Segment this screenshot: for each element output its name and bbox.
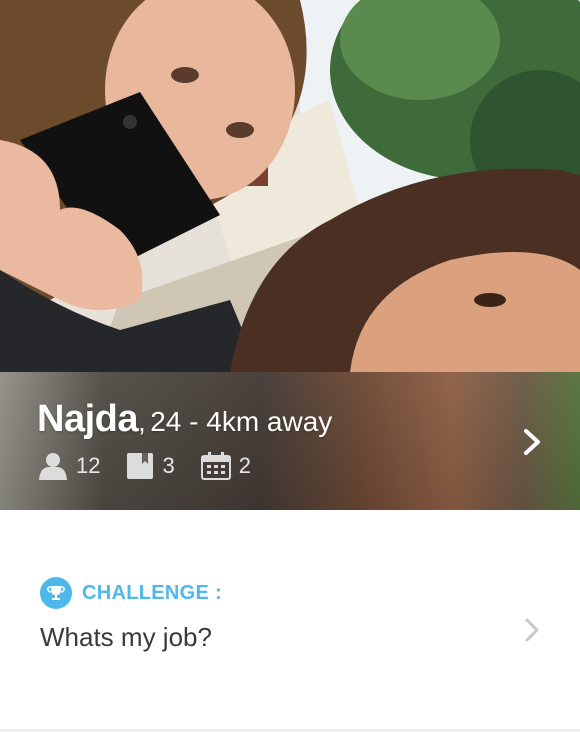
stat-books-count: 3 xyxy=(162,453,175,478)
profile-stats: 12 3 2 xyxy=(38,451,277,481)
stat-events: 2 xyxy=(200,452,251,480)
profile-name-line: Najda, 24 - 4km away xyxy=(37,398,332,441)
challenge-chevron-right-icon[interactable] xyxy=(522,617,542,643)
stat-friends: 12 xyxy=(38,452,100,480)
name-separator: , xyxy=(137,406,146,437)
challenge-header: CHALLENGE : xyxy=(40,577,222,609)
person-icon xyxy=(39,453,67,480)
book-icon xyxy=(127,453,154,479)
profile-name: Najda xyxy=(37,398,138,440)
profile-age-distance: 24 - 4km away xyxy=(150,406,333,437)
stat-books: 3 xyxy=(126,452,175,480)
calendar-icon xyxy=(200,452,231,480)
challenge-question: Whats my job? xyxy=(40,622,212,652)
profile-card[interactable]: Najda, 24 - 4km away 12 3 2 CHALLENGE: … xyxy=(0,0,580,732)
stat-events-count: 2 xyxy=(238,453,251,478)
chevron-right-icon[interactable] xyxy=(520,428,544,456)
challenge-section[interactable] xyxy=(0,510,580,732)
stat-friends-count: 12 xyxy=(76,453,101,478)
profile-info-bar[interactable] xyxy=(0,372,580,510)
trophy-icon xyxy=(40,577,72,609)
challenge-label: CHALLENGE : xyxy=(82,581,222,604)
